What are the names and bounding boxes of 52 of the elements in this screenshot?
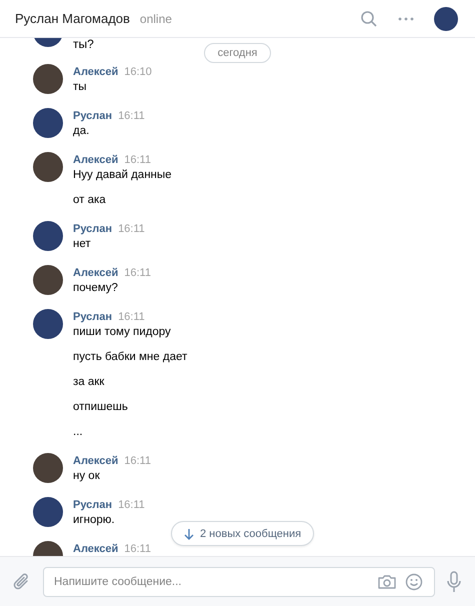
avatar[interactable] [33,265,63,295]
author-name[interactable]: Алексей [73,153,118,168]
avatar[interactable] [434,6,458,30]
author-name[interactable]: Алексей [73,542,118,556]
message-text: игнорю. [73,513,116,528]
message-text: пиши тому пидору [73,325,172,340]
avatar[interactable] [33,453,63,483]
message-text: пусть бабки мне дает [73,350,188,365]
smiley-icon[interactable] [405,572,423,590]
author-name[interactable]: Руслан [73,222,112,237]
author-name[interactable]: Алексей [73,266,118,281]
paperclip-icon[interactable] [13,572,31,592]
online-status: online [140,12,172,26]
author-name[interactable]: Руслан [73,109,112,124]
author-name[interactable]: Алексей [73,454,118,469]
author-name[interactable]: Руслан [73,498,112,513]
message-text: ты? [73,38,94,51]
avatar[interactable] [33,108,63,138]
message-text: от ака [73,193,107,208]
message-input-field[interactable]: Напишите сообщение... [43,566,435,596]
message-time: 16:11 [118,498,145,513]
avatar[interactable] [33,221,63,251]
message-text: Нуу давай данные [73,168,172,183]
chat-title: Руслан Магомадов [15,11,130,26]
message-text: да. [73,124,90,139]
more-icon[interactable] [398,16,414,20]
author-name[interactable]: Алексей [73,65,118,80]
message-time: 16:11 [118,109,145,124]
search-icon[interactable] [360,10,378,28]
message-text: ... [73,425,84,440]
message-time: 16:11 [124,454,151,469]
avatar[interactable] [33,64,63,94]
message-time: 16:11 [118,222,145,237]
message-text: отпишешь [73,400,129,415]
message-time: 16:11 [124,542,151,556]
message-text: за акк [73,375,106,390]
message-time: 16:10 [124,65,152,80]
down-arrow-icon [184,528,194,540]
message-text: нет [73,237,92,252]
message-text: ты [73,80,88,95]
date-divider: сегодня [204,43,272,63]
author-name[interactable]: Руслан [73,310,112,325]
camera-icon[interactable] [377,574,397,590]
message-time: 16:11 [124,266,151,281]
avatar[interactable] [33,497,63,527]
message-time: 16:11 [118,310,145,325]
new-messages-button[interactable]: 2 новых сообщения [171,521,314,546]
avatar[interactable] [33,309,63,339]
message-text: почему? [73,281,119,296]
avatar[interactable] [33,152,63,182]
message-time: 16:11 [124,153,151,168]
message-text: ну ок [73,469,101,484]
